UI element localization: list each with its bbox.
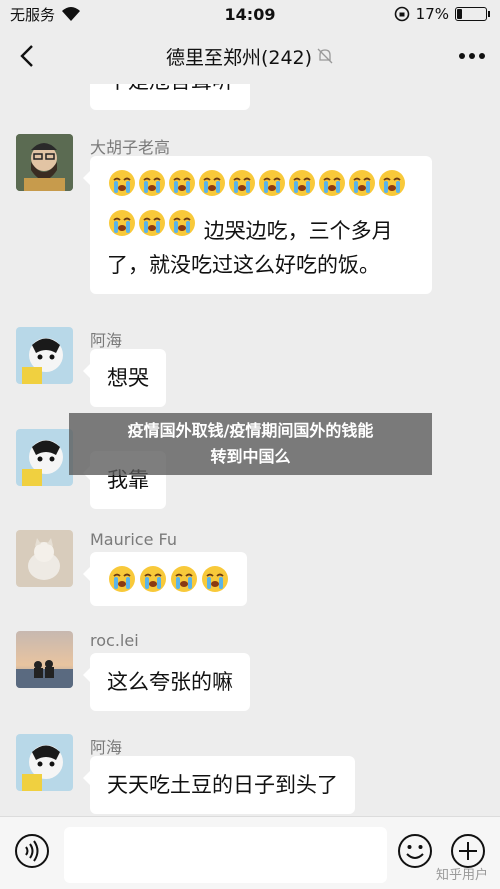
orientation-lock-icon (394, 6, 409, 22)
crying-face-icon (139, 210, 165, 236)
voice-icon (15, 834, 49, 868)
more-button[interactable] (444, 28, 500, 84)
message-input[interactable] (64, 827, 387, 883)
crying-face-icon (171, 566, 197, 592)
crying-face-icon (109, 566, 135, 592)
chevron-left-icon (20, 45, 33, 67)
chat-title: 德里至郑州(242) (165, 46, 313, 69)
crying-face-icon (289, 170, 315, 196)
crying-face-icon (109, 170, 135, 196)
article-title-banner: 疫情国外取钱/疫情期间国外的钱能 转到中国么 (69, 413, 432, 475)
crying-face-icon (349, 170, 375, 196)
crying-face-icon (202, 566, 228, 592)
crying-face-icon (140, 566, 166, 592)
battery-icon (455, 7, 487, 21)
input-bar: 知乎用户 (0, 816, 500, 889)
banner-line-1: 疫情国外取钱/疫情期间国外的钱能 (127, 421, 374, 440)
avatar[interactable] (16, 134, 73, 191)
message-text: 这么夸张的嘛 (107, 670, 233, 694)
crying-face-icon (199, 170, 225, 196)
sender-name: 阿海 (90, 738, 123, 757)
message-bubble[interactable]: 天天吃土豆的日子到头了 (83, 756, 355, 814)
message-item: 不是危言耸听 (16, 84, 486, 114)
crying-face-icon (139, 170, 165, 196)
message-text: 天天吃土豆的日子到头了 (107, 773, 338, 797)
sender-name: 阿海 (90, 331, 123, 350)
carrier-label: 无服务 (10, 5, 56, 24)
crying-face-icon (169, 170, 195, 196)
emoji-button[interactable] (397, 833, 433, 869)
emoji-group (107, 564, 230, 594)
back-button[interactable] (0, 28, 56, 84)
avatar[interactable] (16, 530, 73, 587)
message-item: 阿海 天天吃土豆的日子到头了 (16, 734, 486, 816)
avatar[interactable] (16, 631, 73, 688)
message-bubble[interactable] (83, 552, 247, 606)
crying-face-icon (229, 170, 255, 196)
message-text: 想哭 (107, 366, 149, 390)
banner-line-2: 转到中国么 (210, 447, 291, 466)
wifi-icon (62, 7, 81, 21)
avatar[interactable] (16, 429, 73, 486)
message-bubble[interactable]: 想哭 (83, 349, 166, 407)
sender-name: roc.lei (90, 631, 139, 650)
crying-face-icon (379, 170, 405, 196)
avatar[interactable] (16, 327, 73, 384)
chat-header: 德里至郑州(242) (0, 28, 500, 84)
battery-level (457, 9, 462, 19)
sender-name: 大胡子老高 (90, 138, 171, 157)
sender-name: Maurice Fu (90, 530, 177, 549)
crying-face-icon (259, 170, 285, 196)
smiley-icon (398, 834, 432, 868)
bell-off-icon (317, 48, 333, 64)
message-bubble[interactable]: 不是危言耸听 (90, 84, 250, 110)
crying-face-icon (169, 210, 195, 236)
message-text: 不是危言耸听 (107, 84, 233, 93)
message-item: Maurice Fu (16, 530, 486, 620)
message-item: roc.lei 这么夸张的嘛 (16, 631, 486, 721)
voice-button[interactable] (14, 833, 50, 869)
avatar[interactable] (16, 734, 73, 791)
message-bubble[interactable]: 这么夸张的嘛 (83, 653, 250, 711)
status-bar: 无服务 14:09 17% (0, 0, 500, 28)
battery-percent: 17% (415, 5, 449, 23)
more-dots-icon (459, 53, 485, 59)
message-item: 阿海 想哭 (16, 327, 486, 417)
watermark: 知乎用户 (435, 868, 488, 883)
crying-face-icon (109, 210, 135, 236)
crying-face-icon (319, 170, 345, 196)
message-bubble[interactable]: 边哭边吃，三个多月了，就没吃过这么好吃的饭。 (83, 156, 432, 294)
